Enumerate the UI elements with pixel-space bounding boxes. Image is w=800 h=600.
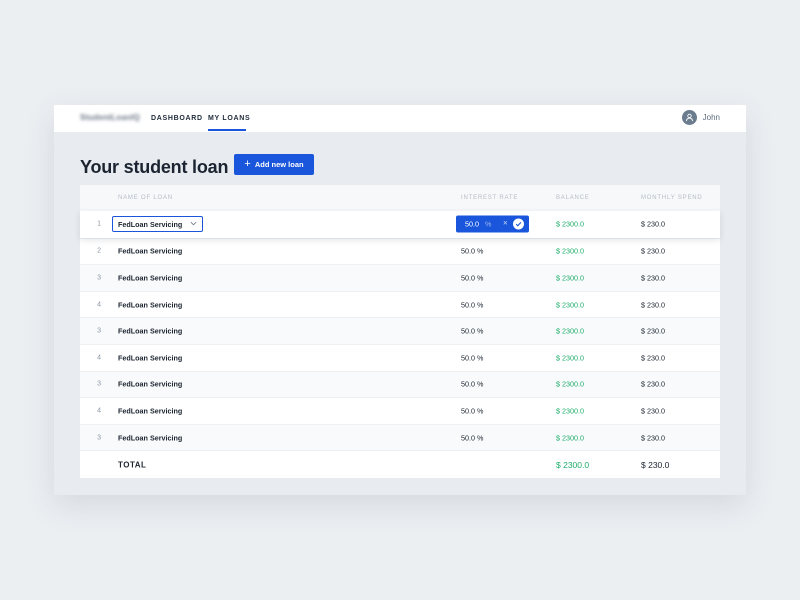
add-new-loan-label: Add new loan [254, 160, 304, 169]
user-menu[interactable]: John [681, 110, 720, 125]
row-number: 3 [97, 380, 101, 388]
header-name-of-loan: NAME OF LOAN [118, 195, 173, 201]
row-loan-name: FedLoan Servicing [118, 353, 183, 363]
header-interest-rate: INTEREST RATE [461, 195, 519, 201]
row-balance: $ 2300.0 [556, 433, 584, 443]
row-interest-rate: 50.0 % [461, 326, 484, 336]
header-balance: BALANCE [556, 195, 590, 201]
app-window: StudentLoanIQ DASHBOARD MY LOANS John Yo… [54, 105, 746, 495]
row-interest-rate: 50.0 % [461, 406, 484, 416]
row-number: 1 [97, 220, 101, 228]
row-interest-rate: 50.0 % [461, 433, 484, 443]
nav-my-loans[interactable]: MY LOANS [208, 115, 250, 122]
table-row[interactable]: 4 FedLoan Servicing 50.0 % $ 2300.0 $ 23… [80, 290, 720, 318]
row-interest-rate: 50.0 % [461, 353, 484, 363]
interest-rate-unit: % [485, 219, 492, 229]
table-total-row: TOTAL $ 2300.0 $ 230.0 [80, 450, 720, 478]
loan-name-selected-value: FedLoan Servicing [118, 219, 183, 229]
row-monthly-spend: $ 230.0 [641, 300, 665, 310]
total-label: TOTAL [118, 460, 147, 470]
check-icon[interactable] [513, 218, 524, 230]
row-number: 3 [97, 434, 101, 442]
row-number: 2 [97, 247, 101, 255]
table-header: NAME OF LOAN INTEREST RATE BALANCE MONTH… [80, 185, 720, 211]
table-row[interactable]: 4 FedLoan Servicing 50.0 % $ 2300.0 $ 23… [80, 343, 720, 371]
row-number: 3 [97, 274, 101, 282]
table-row[interactable]: 3 FedLoan Servicing 50.0 % $ 2300.0 $ 23… [80, 370, 720, 398]
user-name[interactable]: John [703, 113, 720, 122]
row-interest-rate: 50.0 % [461, 379, 484, 389]
close-icon[interactable]: × [503, 219, 508, 228]
app-logo[interactable]: StudentLoanIQ [80, 113, 140, 122]
nav-dashboard[interactable]: DASHBOARD [151, 115, 203, 122]
row-interest-rate: 50.0 % [461, 300, 484, 310]
row-number: 4 [97, 301, 101, 309]
row-monthly-spend: $ 230.0 [641, 246, 665, 256]
row-balance: $ 2300.0 [556, 246, 584, 256]
row-monthly-spend: $ 230.0 [641, 326, 665, 336]
active-nav-indicator [208, 129, 246, 131]
total-balance: $ 2300.0 [556, 459, 590, 470]
table-row[interactable]: 4 FedLoan Servicing 50.0 % $ 2300.0 $ 23… [80, 397, 720, 424]
row-number: 4 [97, 407, 101, 415]
row-loan-name: FedLoan Servicing [118, 433, 183, 443]
interest-rate-editor[interactable]: 50.0 % × [456, 215, 529, 233]
interest-rate-input[interactable]: 50.0 [465, 220, 479, 229]
top-navigation-bar: StudentLoanIQ DASHBOARD MY LOANS John [54, 105, 746, 132]
row-balance: $ 2300.0 [556, 219, 584, 229]
table-row[interactable]: 3 FedLoan Servicing 50.0 % $ 2300.0 $ 23… [80, 317, 720, 344]
table-row[interactable]: 2 FedLoan Servicing 50.0 % $ 2300.0 $ 23… [80, 237, 720, 265]
row-number: 4 [97, 354, 101, 362]
row-balance: $ 2300.0 [556, 406, 584, 416]
row-number: 3 [97, 327, 101, 335]
row-loan-name: FedLoan Servicing [118, 273, 183, 283]
row-balance: $ 2300.0 [556, 379, 584, 389]
row-loan-name: FedLoan Servicing [118, 326, 183, 336]
row-monthly-spend: $ 230.0 [641, 273, 665, 283]
row-monthly-spend: $ 230.0 [641, 353, 665, 363]
page-title: Your student loan [80, 157, 229, 177]
row-loan-name: FedLoan Servicing [118, 406, 183, 416]
chevron-down-icon [190, 220, 197, 229]
user-icon[interactable] [681, 110, 697, 125]
table-row[interactable]: 3 FedLoan Servicing 50.0 % $ 2300.0 $ 23… [80, 423, 720, 451]
row-balance: $ 2300.0 [556, 273, 584, 283]
row-loan-name: FedLoan Servicing [118, 300, 183, 310]
loan-name-select[interactable]: FedLoan Servicing [112, 216, 203, 233]
row-interest-rate: 50.0 % [461, 273, 484, 283]
row-monthly-spend: $ 230.0 [641, 433, 665, 443]
row-monthly-spend: $ 230.0 [641, 219, 665, 229]
row-monthly-spend: $ 230.0 [641, 406, 665, 416]
row-interest-rate: 50.0 % [461, 246, 484, 256]
add-new-loan-button[interactable]: + Add new loan [234, 154, 314, 175]
total-monthly-spend: $ 230.0 [641, 459, 670, 470]
row-balance: $ 2300.0 [556, 300, 584, 310]
row-monthly-spend: $ 230.0 [641, 379, 665, 389]
row-loan-name: FedLoan Servicing [118, 379, 183, 389]
row-balance: $ 2300.0 [556, 326, 584, 336]
header-monthly-spend: MONTHLY SPEND [641, 195, 703, 201]
row-loan-name: FedLoan Servicing [118, 246, 183, 256]
row-balance: $ 2300.0 [556, 353, 584, 363]
table-row[interactable]: 3 FedLoan Servicing 50.0 % $ 2300.0 $ 23… [80, 264, 720, 291]
plus-icon: + [244, 158, 251, 170]
table-row-editing[interactable]: 1 FedLoan Servicing 50.0 % × $ 2300.0 $ … [80, 211, 720, 238]
loans-table: NAME OF LOAN INTEREST RATE BALANCE MONTH… [80, 185, 720, 479]
